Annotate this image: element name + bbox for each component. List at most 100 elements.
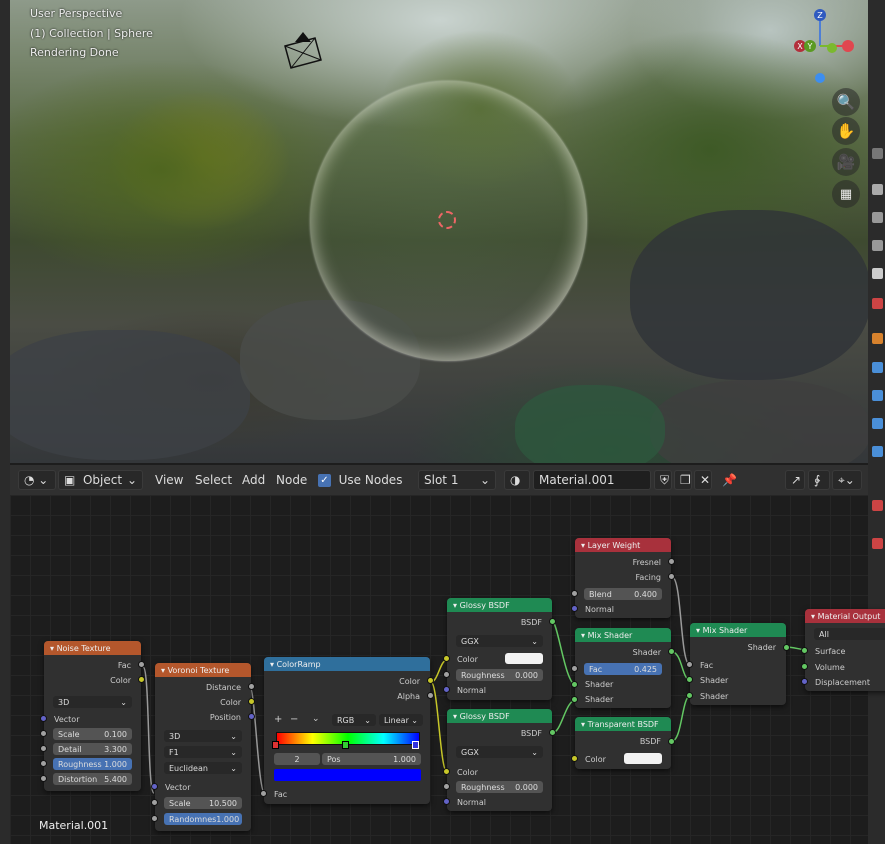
glossy-roughness-field[interactable]: Roughness 0.000 <box>456 669 543 681</box>
voronoi-dimension-dropdown[interactable]: 3D ⌄ <box>164 730 242 742</box>
modifier-tab-icon[interactable] <box>872 362 883 373</box>
ortho-grid-icon[interactable]: ▦ <box>832 180 860 208</box>
socket-input[interactable] <box>801 678 808 685</box>
world-tab-icon[interactable] <box>872 298 883 309</box>
socket-output[interactable] <box>668 573 675 580</box>
socket-input[interactable] <box>443 783 450 790</box>
socket-input[interactable] <box>571 755 578 762</box>
glossy-color-swatch[interactable] <box>505 653 543 664</box>
editor-type-dropdown[interactable]: ◔ ⌄ <box>18 470 56 490</box>
socket-output[interactable] <box>668 738 675 745</box>
voronoi-texture-node[interactable]: ▾ Voronoi Texture Distance Color Positio… <box>151 663 255 831</box>
remove-stop-icon[interactable]: − <box>290 714 298 725</box>
socket-output[interactable] <box>248 683 255 690</box>
mix-shader-node-2[interactable]: ▾ Mix Shader Shader Fac Shader Shader <box>686 623 790 705</box>
transparent-bsdf-header[interactable]: ▾ Transparent BSDF <box>575 717 671 731</box>
socket-output[interactable] <box>427 677 434 684</box>
noise-roughness-field[interactable]: Roughness 1.000 <box>53 758 132 770</box>
socket-input[interactable] <box>40 775 47 782</box>
use-nodes-toggle[interactable]: ✓ Use Nodes <box>318 470 402 490</box>
mix-shader-node-1[interactable]: ▾ Mix Shader Shader Fac 0.425 Shader Shad… <box>571 628 675 708</box>
mix-shader-header[interactable]: ▾ Mix Shader <box>690 623 786 637</box>
pin-icon[interactable]: 📌 <box>722 470 737 490</box>
particles-tab-icon[interactable] <box>872 390 883 401</box>
menu-select[interactable]: Select <box>195 470 232 490</box>
duplicate-material-icon[interactable]: ❐ <box>674 470 692 490</box>
glossy-bsdf-header[interactable]: ▾ Glossy BSDF <box>447 709 552 723</box>
socket-input[interactable] <box>571 590 578 597</box>
texture-tab-icon[interactable] <box>872 538 883 549</box>
voronoi-feature-dropdown[interactable]: F1 ⌄ <box>164 746 242 758</box>
menu-add[interactable]: Add <box>242 470 265 490</box>
ramp-stop-marker[interactable] <box>272 741 279 749</box>
material-browse-icon[interactable]: ◑ <box>504 470 530 490</box>
socket-input[interactable] <box>571 681 578 688</box>
glossy-distribution-dropdown[interactable]: GGX ⌄ <box>456 635 543 647</box>
material-output-header[interactable]: ▾ Material Output <box>805 609 885 623</box>
object-tab-icon[interactable] <box>872 333 883 344</box>
mix-shader-header[interactable]: ▾ Mix Shader <box>575 628 671 642</box>
snap-magnet-icon[interactable]: ∲ <box>808 470 830 490</box>
voronoi-texture-header[interactable]: ▾ Voronoi Texture <box>155 663 251 677</box>
socket-input[interactable] <box>443 686 450 693</box>
material-output-node[interactable]: ▾ Material Output All Surface Volume Dis… <box>801 609 885 691</box>
material-output-target-dropdown[interactable]: All <box>814 628 885 640</box>
layer-weight-blend-field[interactable]: Blend 0.400 <box>584 588 662 600</box>
checkbox-check-icon[interactable]: ✓ <box>318 473 331 487</box>
mix-shader-fac-field[interactable]: Fac 0.425 <box>584 663 662 675</box>
socket-output[interactable] <box>248 698 255 705</box>
add-stop-icon[interactable]: + <box>274 714 282 725</box>
camera-view-icon[interactable]: 🎥 <box>832 148 860 176</box>
socket-input[interactable] <box>40 730 47 737</box>
noise-scale-field[interactable]: Scale 0.100 <box>53 728 132 740</box>
socket-input[interactable] <box>801 663 808 670</box>
layer-weight-header[interactable]: ▾ Layer Weight <box>575 538 671 552</box>
glossy-bsdf-node-2[interactable]: ▾ Glossy BSDF BSDF GGX ⌄ Color Roughness 0… <box>443 709 556 811</box>
glossy-bsdf-node-1[interactable]: ▾ Glossy BSDF BSDF GGX ⌄ Color Roughness 0… <box>443 598 556 700</box>
3d-viewport[interactable]: User Perspective (1) Collection | Sphere… <box>10 0 868 463</box>
transparent-bsdf-node[interactable]: ▾ Transparent BSDF BSDF Color <box>571 717 675 769</box>
ramp-stop-marker[interactable] <box>342 741 349 749</box>
glossy-roughness-field[interactable]: Roughness 0.000 <box>456 781 543 793</box>
glossy-bsdf-header[interactable]: ▾ Glossy BSDF <box>447 598 552 612</box>
socket-output[interactable] <box>427 692 434 699</box>
socket-input[interactable] <box>151 783 158 790</box>
socket-input[interactable] <box>443 798 450 805</box>
noise-detail-field[interactable]: Detail 3.300 <box>53 743 132 755</box>
socket-output[interactable] <box>549 618 556 625</box>
parent-node-tree-icon[interactable]: ↗ <box>785 470 805 490</box>
transparent-color-swatch[interactable] <box>624 753 662 764</box>
socket-input[interactable] <box>686 692 693 699</box>
socket-output[interactable] <box>668 558 675 565</box>
tool-tab-icon[interactable] <box>872 148 883 159</box>
fake-user-shield-icon[interactable]: ⛨ <box>654 470 672 490</box>
material-name-field[interactable]: Material.001 <box>533 470 651 490</box>
constraints-tab-icon[interactable] <box>872 446 883 457</box>
socket-input[interactable] <box>260 790 267 797</box>
noise-dimension-dropdown[interactable]: 3D ⌄ <box>53 696 132 708</box>
zoom-icon[interactable]: 🔍 <box>832 88 860 116</box>
socket-output[interactable] <box>549 729 556 736</box>
voronoi-scale-field[interactable]: Scale 10.500 <box>164 797 242 809</box>
socket-input[interactable] <box>686 661 693 668</box>
noise-texture-node[interactable]: ▾ Noise Texture Fac Color 3D ⌄ Vector Sca… <box>40 641 145 791</box>
colorramp-index-field[interactable]: 2 <box>274 753 320 765</box>
voronoi-metric-dropdown[interactable]: Euclidean ⌄ <box>164 762 242 774</box>
socket-input[interactable] <box>801 647 808 654</box>
socket-input[interactable] <box>40 745 47 752</box>
socket-input[interactable] <box>443 768 450 775</box>
navigation-gizmo[interactable]: Z X Y <box>782 4 862 86</box>
ramp-options-chevron-icon[interactable]: ⌄ <box>312 714 320 724</box>
material-tab-icon[interactable] <box>872 500 883 511</box>
mode-dropdown[interactable]: ▣ Object ⌄ <box>58 470 143 490</box>
menu-view[interactable]: View <box>155 470 183 490</box>
menu-node[interactable]: Node <box>276 470 307 490</box>
socket-output[interactable] <box>783 644 790 651</box>
unlink-close-icon[interactable]: ✕ <box>694 470 712 490</box>
socket-output[interactable] <box>248 713 255 720</box>
socket-output[interactable] <box>668 648 675 655</box>
ramp-stop-marker[interactable] <box>412 741 419 749</box>
colorramp-stop-color-swatch[interactable] <box>274 769 421 781</box>
pan-hand-icon[interactable]: ✋ <box>832 117 860 145</box>
socket-input[interactable] <box>40 715 47 722</box>
